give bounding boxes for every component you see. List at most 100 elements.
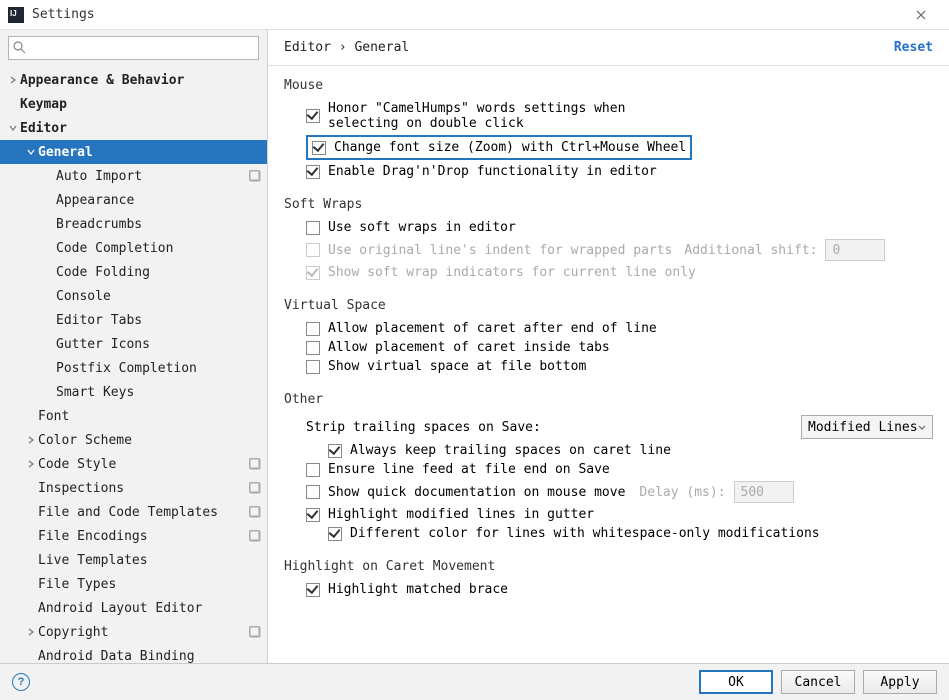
quickdoc-checkbox[interactable] [306,485,320,499]
tree-item-code-completion[interactable]: Code Completion [0,236,267,260]
diff-color-label: Different color for lines with whitespac… [350,526,820,541]
tree-item-label: Android Data Binding [38,649,261,664]
tree-arrow-icon [24,460,38,468]
section-mouse-title: Mouse [284,78,933,93]
tree-item-label: File Encodings [38,529,245,544]
softwrap-orig-label: Use original line's indent for wrapped p… [328,243,672,258]
tree-item-label: Color Scheme [38,433,261,448]
tree-item-gutter-icons[interactable]: Gutter Icons [0,332,267,356]
tree-arrow-icon [24,148,38,156]
tree-item-console[interactable]: Console [0,284,267,308]
tree-arrow-icon [6,76,20,84]
caret-tabs-checkbox[interactable] [306,341,320,355]
tree-item-android-layout-editor[interactable]: Android Layout Editor [0,596,267,620]
breadcrumb: Editor › General [284,40,894,55]
ensure-lf-checkbox[interactable] [306,463,320,477]
softwrap-show-label: Show soft wrap indicators for current li… [328,265,696,280]
softwrap-use-label: Use soft wraps in editor [328,220,516,235]
tree-item-label: Code Style [38,457,245,472]
hl-mod-checkbox[interactable] [306,508,320,522]
tree-item-label: Code Folding [56,265,261,280]
tree-item-label: Console [56,289,261,304]
tree-arrow-icon [24,628,38,636]
tree-item-auto-import[interactable]: Auto Import [0,164,267,188]
tree-item-code-folding[interactable]: Code Folding [0,260,267,284]
tree-item-label: Keymap [20,97,261,112]
tree-item-label: Appearance [56,193,261,208]
shift-field: 0 [825,239,885,261]
tree-item-label: Editor [20,121,261,136]
caret-tabs-label: Allow placement of caret inside tabs [328,340,610,355]
tree-item-file-and-code-templates[interactable]: File and Code Templates [0,500,267,524]
tree-item-color-scheme[interactable]: Color Scheme [0,428,267,452]
tree-item-appearance[interactable]: Appearance [0,188,267,212]
keep-caret-checkbox[interactable] [328,444,342,458]
section-hlcaret-title: Highlight on Caret Movement [284,559,933,574]
cancel-button[interactable]: Cancel [781,670,855,694]
tree-item-postfix-completion[interactable]: Postfix Completion [0,356,267,380]
caret-eol-checkbox[interactable] [306,322,320,336]
tree-item-editor-tabs[interactable]: Editor Tabs [0,308,267,332]
settings-sidebar: Appearance & Behavior Keymap Editor General… [0,30,268,663]
tree-item-smart-keys[interactable]: Smart Keys [0,380,267,404]
brace-label: Highlight matched brace [328,582,508,597]
ensure-lf-label: Ensure line feed at file end on Save [328,462,610,477]
tree-item-file-encodings[interactable]: File Encodings [0,524,267,548]
zoom-label: Change font size (Zoom) with Ctrl+Mouse … [334,140,686,155]
delay-label: Delay (ms): [639,485,725,500]
tree-item-appearance-behavior[interactable]: Appearance & Behavior [0,68,267,92]
tree-item-breadcrumbs[interactable]: Breadcrumbs [0,212,267,236]
honor-camelhumps-checkbox[interactable] [306,109,320,123]
tree-item-label: Appearance & Behavior [20,73,261,88]
show-vs-checkbox[interactable] [306,360,320,374]
search-box [8,36,259,60]
zoom-highlighted-row: Change font size (Zoom) with Ctrl+Mouse … [306,135,692,160]
tree-item-label: Smart Keys [56,385,261,400]
dnd-checkbox[interactable] [306,165,320,179]
zoom-checkbox[interactable] [312,141,326,155]
strip-select[interactable]: Modified Lines [801,415,933,439]
scope-badge-icon [249,482,261,494]
tree-item-code-style[interactable]: Code Style [0,452,267,476]
tree-item-keymap[interactable]: Keymap [0,92,267,116]
softwrap-orig-checkbox [306,243,320,257]
scope-badge-icon [249,626,261,638]
apply-button[interactable]: Apply [863,670,937,694]
tree-arrow-icon [24,436,38,444]
tree-item-label: Auto Import [56,169,245,184]
dnd-label: Enable Drag'n'Drop functionality in edit… [328,164,657,179]
section-virtual-title: Virtual Space [284,298,933,313]
tree-item-android-data-binding[interactable]: Android Data Binding [0,644,267,663]
scope-badge-icon [249,530,261,542]
help-icon[interactable]: ? [12,673,30,691]
close-icon[interactable] [901,0,941,29]
scope-badge-icon [249,458,261,470]
section-softwraps-title: Soft Wraps [284,197,933,212]
scope-badge-icon [249,170,261,182]
tree-item-file-types[interactable]: File Types [0,572,267,596]
brace-checkbox[interactable] [306,583,320,597]
tree-item-font[interactable]: Font [0,404,267,428]
tree-item-editor[interactable]: Editor [0,116,267,140]
strip-label: Strip trailing spaces on Save: [306,420,541,435]
window-title: Settings [32,7,901,22]
tree-arrow-icon [6,124,20,132]
tree-item-label: Live Templates [38,553,261,568]
softwrap-use-checkbox[interactable] [306,221,320,235]
tree-item-general[interactable]: General [0,140,267,164]
diff-color-checkbox[interactable] [328,527,342,541]
reset-link[interactable]: Reset [894,40,933,55]
settings-tree[interactable]: Appearance & Behavior Keymap Editor General… [0,66,267,663]
tree-item-label: Inspections [38,481,245,496]
title-bar: Settings [0,0,949,30]
caret-eol-label: Allow placement of caret after end of li… [328,321,657,336]
tree-item-label: Font [38,409,261,424]
tree-item-live-templates[interactable]: Live Templates [0,548,267,572]
ok-button[interactable]: OK [699,670,773,694]
shift-label: Additional shift: [684,243,817,258]
tree-item-label: Gutter Icons [56,337,261,352]
tree-item-copyright[interactable]: Copyright [0,620,267,644]
search-input[interactable] [8,36,259,60]
section-other-title: Other [284,392,933,407]
tree-item-inspections[interactable]: Inspections [0,476,267,500]
